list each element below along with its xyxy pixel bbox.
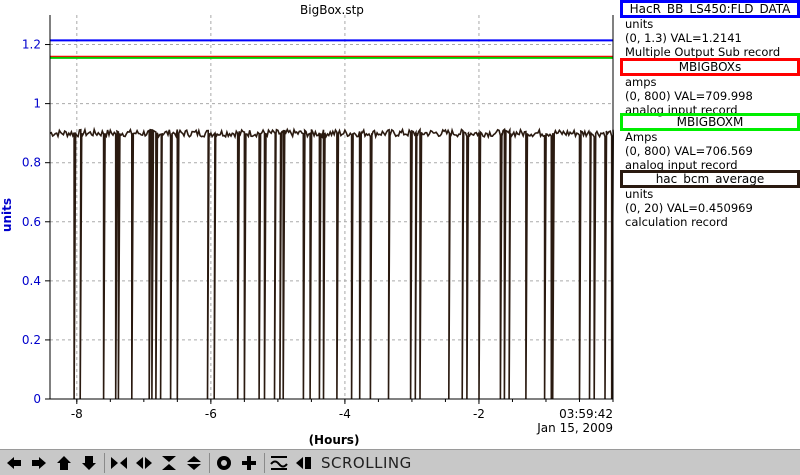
right-arrow-icon[interactable] bbox=[28, 453, 50, 473]
x-tick-label: -2 bbox=[473, 407, 485, 421]
toolbar-separator bbox=[104, 452, 105, 473]
legend-item-record: Multiple Output Sub record bbox=[625, 45, 781, 59]
toolbar-separator bbox=[264, 452, 265, 473]
end-time-label: 03:59:42 bbox=[559, 407, 613, 421]
y-tick-label: 0 bbox=[33, 392, 41, 406]
up-arrow-icon[interactable] bbox=[53, 453, 75, 473]
legend-item-units: units bbox=[625, 17, 654, 31]
zoom-in-horizontal-icon[interactable] bbox=[108, 453, 130, 473]
legend-item-header[interactable]: MBIGBOXM bbox=[620, 113, 800, 131]
legend-item-range: (0, 20) VAL=0.450969 bbox=[625, 201, 753, 215]
x-axis-label: (Hours) bbox=[309, 433, 360, 447]
zoom-in-vertical-icon[interactable] bbox=[158, 453, 180, 473]
legend-item-units: Amps bbox=[625, 130, 658, 144]
end-date-label: Jan 15, 2009 bbox=[536, 421, 613, 435]
stop-icon[interactable] bbox=[213, 453, 235, 473]
x-tick-label: -6 bbox=[205, 407, 217, 421]
legend-item-header[interactable]: hac_bcm_average bbox=[620, 170, 800, 188]
zoom-out-vertical-icon[interactable] bbox=[183, 453, 205, 473]
legend-item-header[interactable]: MBIGBOXs bbox=[620, 58, 800, 76]
y-tick-label: 0.6 bbox=[22, 215, 41, 229]
legend-item-range: (0, 800) VAL=706.569 bbox=[625, 144, 753, 158]
y-tick-label: 1.2 bbox=[22, 38, 41, 52]
series-line-hac_bcm_average[interactable] bbox=[49, 126, 615, 400]
legend-item-record: calculation record bbox=[625, 215, 728, 229]
zoom-out-horizontal-icon[interactable] bbox=[133, 453, 155, 473]
y-tick-label: 0.8 bbox=[22, 156, 41, 170]
legend-item-units: amps bbox=[625, 75, 657, 89]
toolbar-separator bbox=[209, 452, 210, 473]
y-tick-label: 0.4 bbox=[22, 274, 41, 288]
y-axis-label: units bbox=[0, 198, 14, 232]
left-arrow-icon[interactable] bbox=[3, 453, 25, 473]
legend-item-range: (0, 1.3) VAL=1.2141 bbox=[625, 31, 742, 45]
legend-item-units: units bbox=[625, 187, 654, 201]
down-arrow-icon[interactable] bbox=[78, 453, 100, 473]
toolbar: SCROLLING bbox=[0, 449, 800, 475]
legend-item-header[interactable]: HacR_BB_LS450:FLD_DATA bbox=[620, 0, 800, 18]
export-icon[interactable] bbox=[293, 453, 315, 473]
scrolling-mode-label: SCROLLING bbox=[321, 453, 412, 472]
legend-item-range: (0, 800) VAL=709.998 bbox=[625, 89, 753, 103]
autoscale-icon[interactable] bbox=[268, 453, 290, 473]
chart-title: BigBox.stp bbox=[300, 3, 364, 17]
add-icon[interactable] bbox=[238, 453, 260, 473]
y-tick-label: 1 bbox=[33, 97, 41, 111]
y-tick-label: 0.2 bbox=[22, 333, 41, 347]
x-tick-label: -4 bbox=[339, 407, 351, 421]
x-tick-label: -8 bbox=[71, 407, 83, 421]
